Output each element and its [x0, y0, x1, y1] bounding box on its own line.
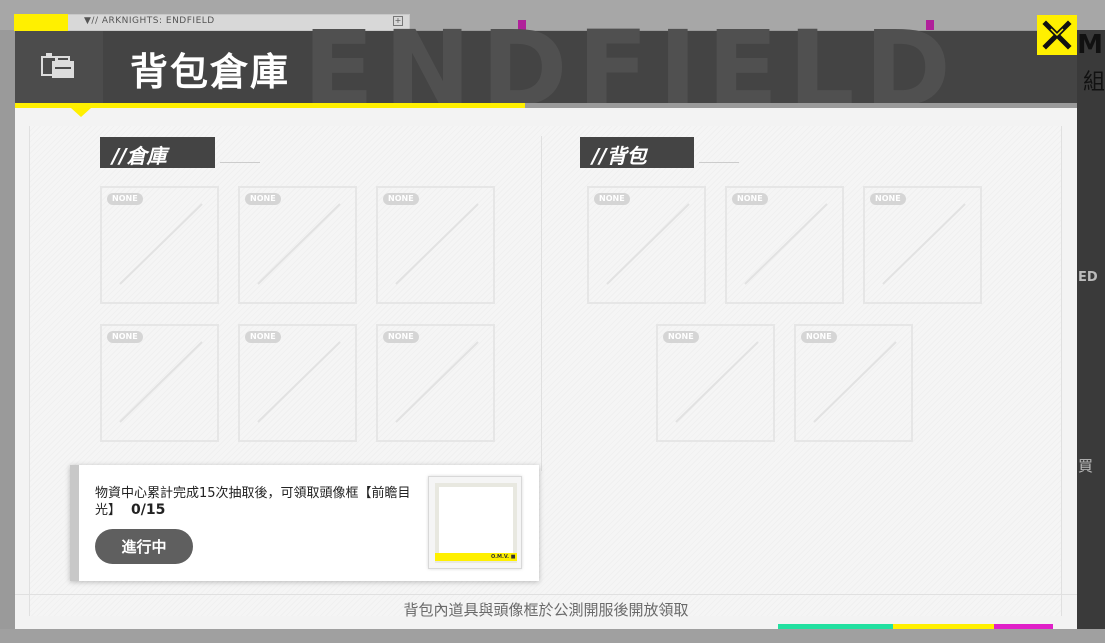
empty-slot-slash: [257, 203, 341, 285]
empty-slot-slash: [395, 341, 479, 423]
dialog-header: ENDFIELD 背包倉庫: [15, 17, 1077, 121]
background-side-text2: 買: [1078, 457, 1094, 475]
slot-empty-badge: NONE: [732, 193, 768, 205]
item-slot[interactable]: NONE: [656, 324, 775, 442]
background-right-panel: [1075, 30, 1105, 643]
accent-bar-magenta: [994, 624, 1053, 629]
header-icon-box: [15, 31, 103, 103]
close-button[interactable]: [1037, 15, 1077, 55]
empty-slot-slash: [813, 341, 897, 423]
footer-divider: [15, 594, 1077, 595]
section-divider: [541, 136, 542, 471]
slot-empty-badge: NONE: [801, 331, 837, 343]
item-slot[interactable]: NONE: [238, 324, 357, 442]
mission-description: 物資中心累計完成15次抽取後，可領取頭像框【前瞻目光】 0/15: [95, 485, 415, 519]
background-right-text: M: [1077, 30, 1103, 60]
item-slot[interactable]: NONE: [100, 324, 219, 442]
slot-empty-badge: NONE: [663, 331, 699, 343]
footer-note: 背包內道具與頭像框於公測開服後開放領取: [403, 601, 689, 619]
slot-empty-badge: NONE: [383, 193, 419, 205]
header-notch: [71, 108, 91, 117]
avatar-frame-tag: O.M.V. ■: [491, 554, 516, 560]
item-slot[interactable]: NONE: [238, 186, 357, 304]
item-slot[interactable]: NONE: [725, 186, 844, 304]
warehouse-title: //倉庫: [100, 137, 215, 168]
backpack-warehouse-dialog: ENDFIELD 背包倉庫 //倉庫 //背包 物資中心累計完成15次抽取後，可…: [15, 17, 1077, 629]
empty-slot-slash: [606, 203, 690, 285]
empty-slot-slash: [395, 203, 479, 285]
empty-slot-slash: [744, 203, 828, 285]
item-slot[interactable]: NONE: [100, 186, 219, 304]
empty-slot-slash: [882, 203, 966, 285]
background-right-text2: 組: [1082, 70, 1105, 95]
accent-bar-green: [778, 624, 893, 629]
background-side-text: ED: [1078, 270, 1098, 285]
item-slot[interactable]: NONE: [794, 324, 913, 442]
backpack-subtitle-decoration: [699, 162, 739, 170]
empty-slot-slash: [119, 341, 203, 423]
background-tab-label: ▼// ARKNIGHTS: ENDFIELD: [84, 16, 215, 26]
slot-empty-badge: NONE: [594, 193, 630, 205]
empty-slot-slash: [675, 341, 759, 423]
backpack-title: //背包: [580, 137, 694, 168]
avatar-frame-preview: [435, 483, 517, 563]
warehouse-subtitle-decoration: [220, 162, 260, 170]
backpack-warehouse-icon: [41, 53, 74, 78]
slot-empty-badge: NONE: [245, 193, 281, 205]
close-icon: [1042, 20, 1072, 50]
background-tab-accent: [14, 14, 68, 31]
mission-status-button[interactable]: 進行中: [95, 529, 193, 564]
slot-empty-badge: NONE: [870, 193, 906, 205]
accent-bars: [778, 624, 1054, 629]
avatar-frame-reward[interactable]: O.M.V. ■: [428, 476, 522, 569]
empty-slot-slash: [119, 203, 203, 285]
item-slot[interactable]: NONE: [376, 324, 495, 442]
slot-empty-badge: NONE: [245, 331, 281, 343]
mission-card: 物資中心累計完成15次抽取後，可領取頭像框【前瞻目光】 0/15 進行中 O.M.…: [70, 465, 539, 581]
slot-empty-badge: NONE: [383, 331, 419, 343]
empty-slot-slash: [257, 341, 341, 423]
accent-bar-yellow: [893, 624, 994, 629]
slot-empty-badge: NONE: [107, 331, 143, 343]
item-slot[interactable]: NONE: [587, 186, 706, 304]
slot-empty-badge: NONE: [107, 193, 143, 205]
item-slot[interactable]: NONE: [863, 186, 982, 304]
background-bottom-strip: [0, 629, 1105, 643]
dialog-title: 背包倉庫: [130, 50, 291, 94]
header-gray-bar: [525, 103, 1077, 108]
mission-progress: 0/15: [131, 502, 166, 518]
header-yellow-bar: [15, 103, 525, 108]
item-slot[interactable]: NONE: [376, 186, 495, 304]
